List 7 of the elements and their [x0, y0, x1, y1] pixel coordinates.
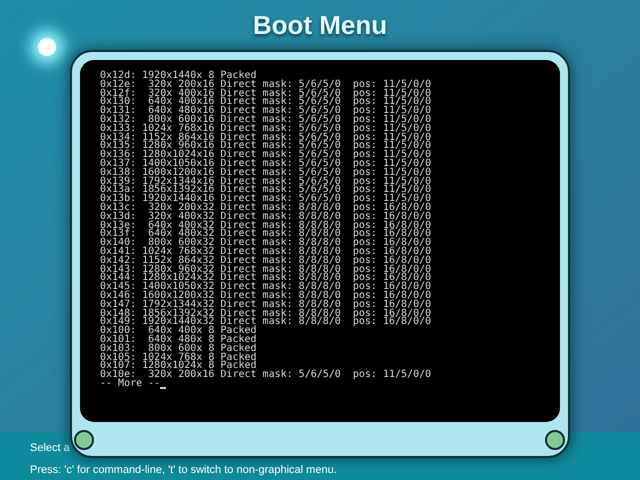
console-line: 0x10e: 320x 200x16 Direct mask: 5/6/5/0 pos: 11/5/0/0 [100, 371, 432, 380]
menu-title: Boot Menu [252, 9, 388, 42]
more-prompt: -- More -- [100, 380, 160, 389]
text-cursor [160, 386, 166, 389]
console-line: 0x103: 800x 600x 8 Packed [100, 344, 257, 354]
help-text: Press: 'c' for command-line, 't' to switch to non-graphical menu. [30, 463, 337, 478]
help-text: Select a [30, 441, 70, 456]
